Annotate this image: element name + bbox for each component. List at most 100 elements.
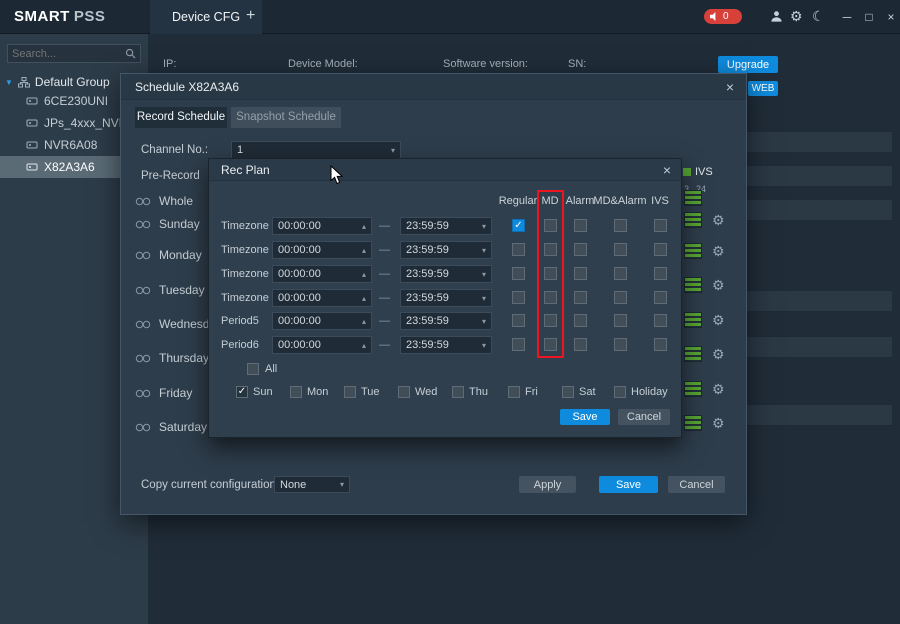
cancel-button[interactable]: Cancel (668, 476, 725, 493)
checkbox-md-alarm[interactable]: ✓ (614, 219, 627, 232)
daycheck-thu[interactable]: ✓ Thu (452, 385, 488, 399)
theme-moon-icon[interactable]: ☾ (812, 8, 825, 24)
day-row-thursday[interactable]: Thursday (135, 348, 209, 368)
checkbox-md-alarm[interactable]: ✓ (614, 338, 627, 351)
day-settings-gear-icon[interactable]: ⚙ (712, 212, 725, 228)
checkbox-md[interactable]: ✓ (544, 314, 557, 327)
checkbox-ivs[interactable]: ✓ (654, 314, 667, 327)
start-time-input[interactable]: 00:00:00▴ (272, 289, 372, 307)
checkbox-md[interactable]: ✓ (544, 267, 557, 280)
checkbox-regular[interactable]: ✓ (512, 243, 525, 256)
day-row-saturday[interactable]: Saturday (135, 417, 207, 437)
tree-expand-icon[interactable]: ▼ (5, 78, 13, 87)
start-time-input[interactable]: 00:00:00▴ (272, 217, 372, 235)
checkbox-mon[interactable]: ✓ (290, 386, 302, 398)
start-time-input[interactable]: 00:00:00▴ (272, 336, 372, 354)
day-row-tuesday[interactable]: Tuesday (135, 280, 205, 300)
start-time-input[interactable]: 00:00:00▴ (272, 265, 372, 283)
day-settings-gear-icon[interactable]: ⚙ (712, 243, 725, 259)
daycheck-sat[interactable]: ✓ Sat (562, 385, 596, 399)
checkbox-md[interactable]: ✓ (544, 338, 557, 351)
gear-icon[interactable]: ⚙ (790, 8, 803, 24)
checkbox-ivs[interactable]: ✓ (654, 219, 667, 232)
search-box[interactable] (7, 44, 141, 63)
checkbox-ivs[interactable]: ✓ (654, 291, 667, 304)
checkbox-ivs[interactable]: ✓ (654, 338, 667, 351)
checkbox-alarm[interactable]: ✓ (574, 314, 587, 327)
checkbox-alarm[interactable]: ✓ (574, 291, 587, 304)
end-time-input[interactable]: 23:59:59▾ (400, 265, 492, 283)
spinner-up-icon[interactable]: ▴ (362, 246, 366, 255)
spinner-up-icon[interactable]: ▴ (362, 341, 366, 350)
checkbox-md-alarm[interactable]: ✓ (614, 314, 627, 327)
start-time-input[interactable]: 00:00:00▴ (272, 312, 372, 330)
search-input[interactable] (12, 48, 125, 60)
day-settings-gear-icon[interactable]: ⚙ (712, 381, 725, 397)
tab-snapshot-schedule[interactable]: Snapshot Schedule (231, 107, 341, 128)
spinner-up-icon[interactable]: ▴ (362, 317, 366, 326)
checkbox-sun[interactable]: ✓ (236, 386, 248, 398)
day-settings-gear-icon[interactable]: ⚙ (712, 346, 725, 362)
checkbox-regular[interactable]: ✓ (512, 314, 525, 327)
save-button[interactable]: Save (560, 409, 610, 425)
alarm-badge[interactable]: 0 (704, 9, 742, 24)
dropdown-arrow-icon[interactable]: ▾ (482, 341, 486, 350)
web-button[interactable]: WEB (748, 81, 778, 96)
close-icon[interactable]: × (663, 163, 671, 177)
checkbox-ivs[interactable]: ✓ (654, 267, 667, 280)
end-time-input[interactable]: 23:59:59▾ (400, 217, 492, 235)
checkbox-regular[interactable]: ✓ (512, 267, 525, 280)
end-time-input[interactable]: 23:59:59▾ (400, 241, 492, 259)
checkbox-all[interactable]: ✓ (247, 363, 259, 375)
close-window-button[interactable]: × (884, 10, 898, 24)
day-row-sunday[interactable]: Sunday (135, 214, 200, 234)
checkbox-ivs[interactable]: ✓ (654, 243, 667, 256)
channel-select[interactable]: 1 ▾ (231, 141, 401, 159)
maximize-button[interactable]: □ (862, 10, 876, 24)
user-icon[interactable] (770, 9, 783, 26)
day-settings-gear-icon[interactable]: ⚙ (712, 312, 725, 328)
end-time-input[interactable]: 23:59:59▾ (400, 289, 492, 307)
checkbox-sat[interactable]: ✓ (562, 386, 574, 398)
day-row-monday[interactable]: Monday (135, 245, 202, 265)
checkbox-alarm[interactable]: ✓ (574, 243, 587, 256)
daycheck-sun[interactable]: ✓ Sun (236, 385, 273, 399)
cancel-button[interactable]: Cancel (618, 409, 670, 425)
tab-record-schedule[interactable]: Record Schedule (135, 107, 227, 128)
spinner-up-icon[interactable]: ▴ (362, 270, 366, 279)
end-time-input[interactable]: 23:59:59▾ (400, 312, 492, 330)
day-settings-gear-icon[interactable]: ⚙ (712, 277, 725, 293)
checkbox-fri[interactable]: ✓ (508, 386, 520, 398)
day-settings-gear-icon[interactable]: ⚙ (712, 415, 725, 431)
checkbox-tue[interactable]: ✓ (344, 386, 356, 398)
checkbox-wed[interactable]: ✓ (398, 386, 410, 398)
checkbox-md[interactable]: ✓ (544, 243, 557, 256)
dropdown-arrow-icon[interactable]: ▾ (482, 294, 486, 303)
save-button[interactable]: Save (599, 476, 658, 493)
day-row-friday[interactable]: Friday (135, 383, 192, 403)
checkbox-md-alarm[interactable]: ✓ (614, 291, 627, 304)
checkbox-thu[interactable]: ✓ (452, 386, 464, 398)
checkbox-md-alarm[interactable]: ✓ (614, 243, 627, 256)
start-time-input[interactable]: 00:00:00▴ (272, 241, 372, 259)
spinner-up-icon[interactable]: ▴ (362, 222, 366, 231)
daycheck-wed[interactable]: ✓ Wed (398, 385, 437, 399)
daycheck-holiday[interactable]: ✓ Holiday (614, 385, 668, 399)
daycheck-tue[interactable]: ✓ Tue (344, 385, 380, 399)
day-row-whole[interactable]: Whole (135, 191, 193, 211)
upgrade-button[interactable]: Upgrade (718, 56, 778, 73)
dropdown-arrow-icon[interactable]: ▾ (482, 246, 486, 255)
spinner-up-icon[interactable]: ▴ (362, 294, 366, 303)
checkbox-md[interactable]: ✓ (544, 291, 557, 304)
checkbox-alarm[interactable]: ✓ (574, 338, 587, 351)
checkbox-alarm[interactable]: ✓ (574, 267, 587, 280)
dropdown-arrow-icon[interactable]: ▾ (482, 270, 486, 279)
close-icon[interactable]: × (726, 80, 734, 94)
daycheck-mon[interactable]: ✓ Mon (290, 385, 328, 399)
apply-button[interactable]: Apply (519, 476, 576, 493)
daycheck-fri[interactable]: ✓ Fri (508, 385, 538, 399)
checkbox-holiday[interactable]: ✓ (614, 386, 626, 398)
new-tab-button[interactable]: + (240, 7, 261, 25)
copy-target-select[interactable]: None ▾ (274, 476, 350, 493)
minimize-button[interactable]: ─ (840, 10, 854, 24)
